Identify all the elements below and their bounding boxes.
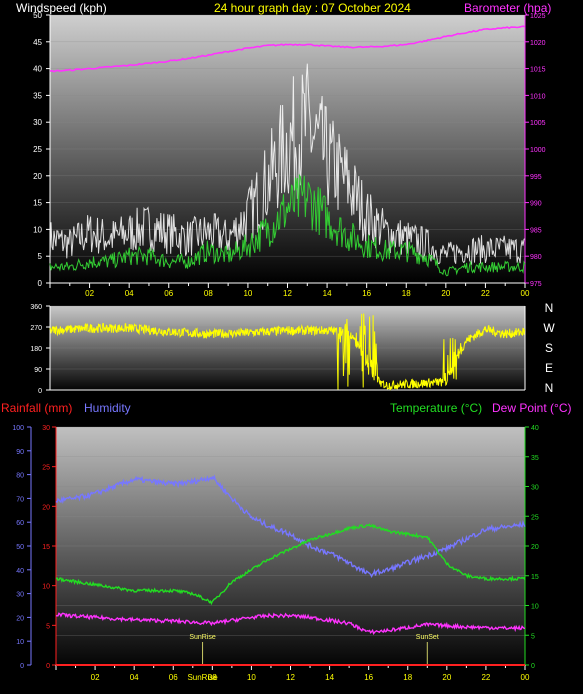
temp-x-tick-label: 16 [364, 673, 373, 682]
direction-tick-label: 90 [34, 367, 42, 374]
direction-tick-label: 0 [38, 388, 42, 395]
temp-x-tick-label: 14 [325, 673, 334, 682]
sunrise-label: SunRise [189, 634, 216, 641]
rain-tick-label: 10 [42, 584, 50, 591]
rain-tick-label: 5 [46, 623, 50, 630]
barometer-tick-label: 1020 [530, 40, 546, 47]
wind-x-tick-label: 18 [402, 289, 411, 298]
wind-tick-label: 35 [33, 91, 42, 100]
wind-x-tick-label: 20 [441, 289, 450, 298]
barometer-tick-label: 1000 [530, 147, 546, 154]
temp-x-tick-label: 10 [247, 673, 256, 682]
temp-x-tick-label: 00 [521, 673, 530, 682]
wind-tick-label: 0 [38, 279, 43, 288]
compass-label: N [545, 381, 554, 395]
direction-tick-label: 270 [30, 325, 42, 332]
temp-x-tick-label: 06 [169, 673, 178, 682]
wind-x-tick-label: 04 [125, 289, 134, 298]
temp-x-tick-label: 12 [286, 673, 295, 682]
wind-x-tick-label: 08 [204, 289, 213, 298]
temp-tick-label: 10 [531, 604, 539, 611]
wind-x-tick-label: 06 [164, 289, 173, 298]
wind-tick-label: 5 [38, 252, 43, 261]
humidity-tick-label: 20 [16, 615, 24, 622]
barometer-axis-title: Barometer (hpa) [464, 1, 551, 15]
barometer-tick-label: 985 [530, 227, 542, 234]
temp-tick-label: 20 [531, 544, 539, 551]
wind-tick-label: 10 [33, 225, 42, 234]
barometer-tick-label: 990 [530, 201, 542, 208]
rain-tick-label: 0 [46, 663, 50, 670]
rain-tick-label: 25 [42, 465, 50, 472]
temp-tick-label: 35 [531, 455, 539, 462]
wind-x-tick-label: 12 [283, 289, 292, 298]
humidity-axis-title: Humidity [84, 401, 131, 415]
humidity-tick-label: 50 [16, 544, 24, 551]
compass-label: N [545, 301, 554, 315]
wind-tick-label: 15 [33, 199, 42, 208]
barometer-tick-label: 995 [530, 174, 542, 181]
humidity-tick-label: 0 [20, 663, 24, 670]
direction-tick-label: 360 [30, 304, 42, 311]
barometer-tick-label: 1005 [530, 120, 546, 127]
wind-x-tick-label: 00 [521, 289, 530, 298]
weather-graph-svg: 0510152025303540455097598098599099510001… [1, 1, 571, 682]
barometer-tick-label: 1010 [530, 93, 546, 100]
dewpoint-axis-title: Dew Point (°C) [492, 401, 571, 415]
rain-tick-label: 20 [42, 504, 50, 511]
humidity-tick-label: 90 [16, 449, 24, 456]
wind-x-tick-label: 16 [362, 289, 371, 298]
direction-tick-label: 180 [30, 346, 42, 353]
compass-label: S [545, 341, 553, 355]
temp-tick-label: 25 [531, 514, 539, 521]
wind-x-tick-label: 02 [85, 289, 94, 298]
graph-date-title: 24 hour graph day : 07 October 2024 [214, 1, 411, 15]
wind-axis-title: Windspeed (kph) [16, 1, 107, 15]
compass-label: E [545, 361, 553, 375]
compass-label: W [543, 321, 555, 335]
rain-tick-label: 30 [42, 425, 50, 432]
temp-x-tick-label: 04 [130, 673, 139, 682]
humidity-tick-label: 100 [12, 425, 24, 432]
temp-tick-label: 30 [531, 485, 539, 492]
weather-graph-page: 0 5 10 15 20 25 30 35 40 45 50 975 980 985 990 995 1000 1… [0, 0, 583, 694]
rainfall-axis-title: Rainfall (mm) [1, 401, 72, 415]
barometer-tick-label: 975 [530, 281, 542, 288]
barometer-tick-label: 1015 [530, 67, 546, 74]
wind-tick-label: 40 [33, 65, 42, 74]
sunrise-axis-label: SunRise [187, 673, 218, 682]
temp-tick-label: 15 [531, 574, 539, 581]
wind-tick-label: 20 [33, 172, 42, 181]
wind-x-tick-label: 10 [243, 289, 252, 298]
wind-tick-label: 45 [33, 38, 42, 47]
wind-x-tick-label: 14 [323, 289, 332, 298]
wind-tick-label: 30 [33, 118, 42, 127]
temp-tick-label: 0 [531, 663, 535, 670]
temp-x-tick-label: 22 [481, 673, 490, 682]
humidity-tick-label: 40 [16, 568, 24, 575]
temp-tick-label: 5 [531, 633, 535, 640]
humidity-tick-label: 30 [16, 592, 24, 599]
rain-tick-label: 15 [42, 544, 50, 551]
temp-tick-label: 40 [531, 425, 539, 432]
humidity-tick-label: 10 [16, 639, 24, 646]
barometer-tick-label: 980 [530, 254, 542, 261]
humidity-tick-label: 70 [16, 496, 24, 503]
humidity-tick-label: 60 [16, 520, 24, 527]
temp-x-tick-label: 18 [403, 673, 412, 682]
wind-x-tick-label: 22 [481, 289, 490, 298]
temperature-axis-title: Temperature (°C) [390, 401, 482, 415]
wind-tick-label: 25 [33, 145, 42, 154]
humidity-tick-label: 80 [16, 473, 24, 480]
temp-x-tick-label: 02 [91, 673, 100, 682]
temp-x-tick-label: 20 [442, 673, 451, 682]
sunset-label: SunSet [416, 634, 439, 641]
